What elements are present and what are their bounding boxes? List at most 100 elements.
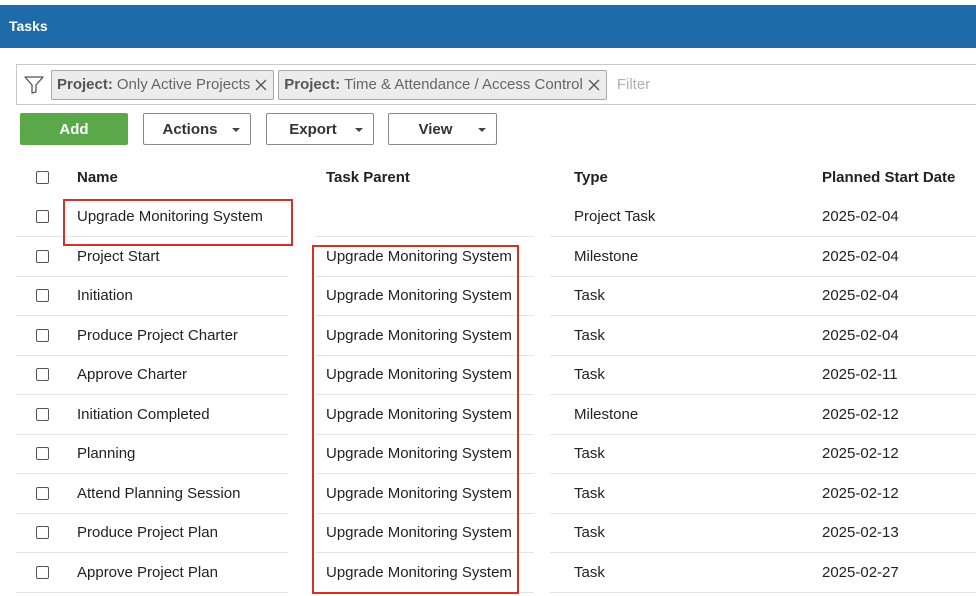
table-row[interactable]: Attend Planning Session Upgrade Monitorin… [16,474,976,514]
row-select-cell [16,474,68,514]
column-header-planned-start-date[interactable]: Planned Start Date [786,158,976,198]
row-select-cell [16,435,68,474]
export-button[interactable]: Export [266,113,374,145]
table-header-row: Name Task Parent Type Planned Start Date [16,158,976,198]
filter-chip-value: Only Active Projects [116,76,251,93]
task-name[interactable]: Produce Project Plan [68,514,288,553]
actions-button-label: Actions [162,120,218,138]
task-parent: Upgrade Monitoring System [316,316,534,356]
task-name[interactable]: Approve Charter [68,356,288,395]
task-parent: Upgrade Monitoring System [316,395,534,435]
row-select-cell [16,237,68,277]
column-header-name[interactable]: Name [68,158,302,198]
filter-bar: Project: Only Active Projects Project: T… [16,64,976,105]
task-type: Task [550,514,786,553]
task-name[interactable]: Initiation [68,277,288,316]
row-select-cell [16,553,68,593]
task-type: Task [550,435,786,474]
task-name[interactable]: Initiation Completed [68,395,288,435]
filter-icon[interactable] [23,74,45,96]
row-select-cell [16,395,68,435]
actions-button[interactable]: Actions [143,113,251,145]
task-parent: Upgrade Monitoring System [316,237,534,277]
task-name[interactable]: Approve Project Plan [68,553,288,593]
export-button-label: Export [289,120,337,138]
row-checkbox[interactable] [35,486,49,500]
table-row[interactable]: Produce Project Plan Upgrade Monitoring S… [16,514,976,553]
planned-start-date: 2025-02-04 [786,198,976,237]
task-name[interactable]: Attend Planning Session [68,474,288,514]
table-row[interactable]: Approve Project Plan Upgrade Monitoring S… [16,553,976,593]
task-type: Task [550,474,786,514]
planned-start-date: 2025-02-12 [786,474,976,514]
table-body: Upgrade Monitoring System Project Task 202… [16,198,976,593]
row-checkbox[interactable] [35,249,49,263]
select-all-checkbox[interactable] [35,171,49,185]
window-title: Tasks [0,5,976,48]
chevron-down-icon [232,128,240,132]
task-type: Task [550,356,786,395]
filter-input[interactable] [616,76,817,93]
planned-start-date: 2025-02-12 [786,435,976,474]
table-row[interactable]: Planning Upgrade Monitoring System Task 202… [16,435,976,474]
table-row[interactable]: Initiation Upgrade Monitoring System Task 2… [16,277,976,316]
task-parent: Upgrade Monitoring System [316,474,534,514]
chevron-down-icon [355,128,363,132]
close-icon[interactable] [253,77,269,93]
row-checkbox[interactable] [35,447,49,461]
filter-chip-key: Project: [57,76,113,93]
row-select-cell [16,316,68,356]
tasks-table: Name Task Parent Type Planned Start Date… [16,158,976,593]
task-name[interactable]: Planning [68,435,288,474]
row-checkbox[interactable] [35,407,49,421]
row-select-cell [16,198,68,237]
row-checkbox[interactable] [35,565,49,579]
row-select-cell [16,514,68,553]
task-parent: Upgrade Monitoring System [316,514,534,553]
task-type: Project Task [550,198,786,237]
task-type: Task [550,277,786,316]
task-parent: Upgrade Monitoring System [316,553,534,593]
filter-chip-project-active: Project: Only Active Projects [51,69,275,100]
chevron-down-icon [478,128,486,132]
select-all-cell [16,158,68,198]
planned-start-date: 2025-02-04 [786,316,976,356]
planned-start-date: 2025-02-13 [786,514,976,553]
task-type: Task [550,316,786,356]
task-parent [316,198,534,237]
row-select-cell [16,356,68,395]
row-checkbox[interactable] [35,210,49,224]
planned-start-date: 2025-02-27 [786,553,976,593]
column-header-type[interactable]: Type [536,158,786,198]
filter-chip-project-name: Project: Time & Attendance / Access Cont… [278,69,607,100]
filter-chip-value: Time & Attendance / Access Control [344,76,583,93]
column-header-task-parent[interactable]: Task Parent [302,158,536,198]
table-row[interactable]: Project Start Upgrade Monitoring System Mi… [16,237,976,277]
row-checkbox[interactable] [35,289,49,303]
row-select-cell [16,277,68,316]
task-parent: Upgrade Monitoring System [316,277,534,316]
task-type: Milestone [550,237,786,277]
task-type: Milestone [550,395,786,435]
row-checkbox[interactable] [35,368,49,382]
task-parent: Upgrade Monitoring System [316,356,534,395]
table-row[interactable]: Approve Charter Upgrade Monitoring System… [16,356,976,395]
row-checkbox[interactable] [35,526,49,540]
task-name[interactable]: Produce Project Charter [68,316,288,356]
view-button[interactable]: View [388,113,497,145]
task-type: Task [550,553,786,593]
task-name[interactable]: Project Start [68,237,288,277]
table-row[interactable]: Produce Project Charter Upgrade Monitorin… [16,316,976,356]
row-checkbox[interactable] [35,328,49,342]
planned-start-date: 2025-02-12 [786,395,976,435]
task-parent: Upgrade Monitoring System [316,435,534,474]
view-button-label: View [418,120,453,138]
filter-chip-key: Project: [284,76,341,93]
table-row[interactable]: Upgrade Monitoring System Project Task 202… [16,198,976,237]
task-name[interactable]: Upgrade Monitoring System [68,198,288,237]
planned-start-date: 2025-02-04 [786,237,976,277]
planned-start-date: 2025-02-11 [786,356,976,395]
add-button[interactable]: Add [20,113,128,145]
close-icon[interactable] [586,77,602,93]
table-row[interactable]: Initiation Completed Upgrade Monitoring S… [16,395,976,435]
